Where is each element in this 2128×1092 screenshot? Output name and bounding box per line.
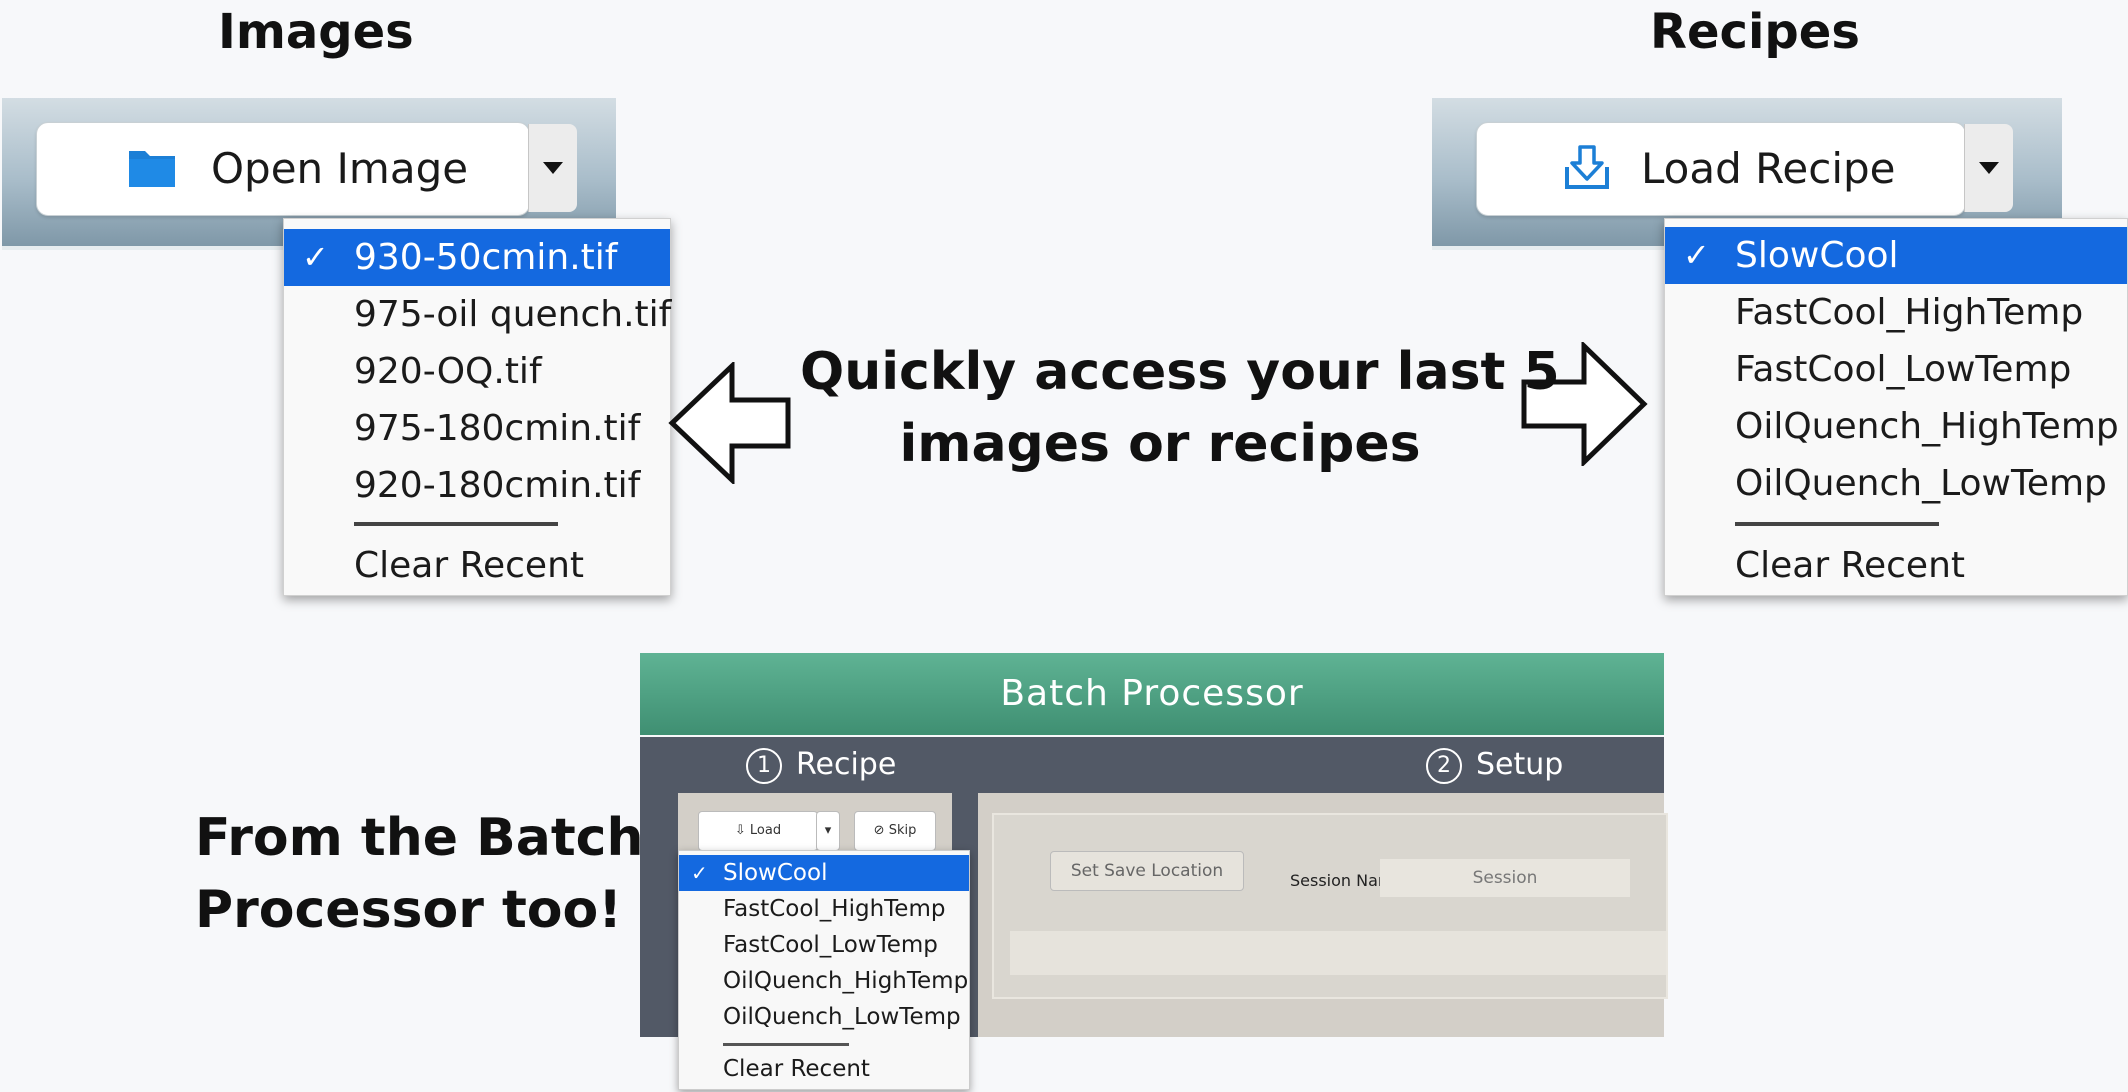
bp-load-button[interactable]: ⇩ Load	[698, 811, 818, 851]
recent-image-item[interactable]: 975-180cmin.tif	[284, 400, 670, 457]
menu-separator	[354, 522, 558, 526]
bp-clear-recent-item[interactable]: Clear Recent	[679, 1051, 969, 1087]
bp-skip-button[interactable]: ⊘ Skip	[854, 811, 936, 851]
bp-recent-recipe-item[interactable]: FastCool_HighTemp	[679, 891, 969, 927]
check-icon: ✓	[302, 238, 329, 276]
recent-recipe-item[interactable]: OilQuench_LowTemp	[1665, 455, 2127, 512]
download-icon	[1563, 143, 1611, 195]
step-setup: 2 Setup	[1426, 747, 1563, 784]
caption-batch-processor: From the Batch Processor too!	[195, 808, 644, 940]
images-heading: Images	[218, 4, 414, 60]
caret-down-icon: ▾	[824, 823, 832, 838]
skip-icon: ⊘	[873, 823, 885, 838]
setup-panel: Set Save Location Session Name: Session	[978, 793, 1668, 1037]
bp-recent-recipe-item[interactable]: OilQuench_LowTemp	[679, 999, 969, 1035]
folder-icon	[127, 145, 177, 193]
step-recipe: 1 Recipe	[746, 747, 896, 784]
load-recipe-dropdown-button[interactable]	[1964, 124, 2013, 212]
bp-recent-recipe-item[interactable]: ✓ SlowCool	[679, 855, 969, 891]
clear-recent-images-item[interactable]: Clear Recent	[284, 537, 670, 594]
bp-recent-recipe-item[interactable]: OilQuench_HighTemp	[679, 963, 969, 999]
bp-load-dropdown-button[interactable]: ▾	[816, 811, 840, 851]
open-image-dropdown-button[interactable]	[528, 124, 577, 212]
recent-recipe-item[interactable]: FastCool_LowTemp	[1665, 341, 2127, 398]
menu-separator	[723, 1043, 849, 1046]
open-image-label: Open Image	[211, 144, 469, 193]
left-arrow-icon	[668, 362, 792, 484]
recent-image-item[interactable]: ✓ 930-50cmin.tif	[284, 229, 670, 286]
recent-recipes-menu: ✓ SlowCool FastCool_HighTemp FastCool_Lo…	[1664, 218, 2128, 596]
recent-image-item[interactable]: 920-180cmin.tif	[284, 457, 670, 514]
save-path-field[interactable]	[1010, 931, 1666, 975]
recipes-heading: Recipes	[1650, 4, 1860, 60]
menu-separator	[1735, 522, 1939, 526]
check-icon: ✓	[691, 861, 708, 885]
check-icon: ✓	[1683, 236, 1710, 274]
caption-quick-access: Quickly access your last 5 images or rec…	[800, 342, 1560, 474]
caret-down-icon	[543, 162, 563, 174]
open-image-button[interactable]: Open Image	[36, 122, 530, 216]
session-name-input[interactable]: Session	[1380, 859, 1630, 897]
bp-recent-recipes-menu: ✓ SlowCool FastCool_HighTemp FastCool_Lo…	[678, 850, 970, 1090]
recent-image-item[interactable]: 975-oil quench.tif	[284, 286, 671, 343]
clear-recent-recipes-item[interactable]: Clear Recent	[1665, 537, 2127, 594]
download-icon: ⇩	[734, 823, 746, 838]
bp-recent-recipe-item[interactable]: FastCool_LowTemp	[679, 927, 969, 963]
set-save-location-button[interactable]: Set Save Location	[1050, 851, 1244, 891]
setup-inner-panel: Set Save Location Session Name: Session	[992, 813, 1668, 999]
load-recipe-label: Load Recipe	[1641, 144, 1896, 193]
load-recipe-button[interactable]: Load Recipe	[1476, 122, 1966, 216]
recent-recipe-item[interactable]: ✓ SlowCool	[1665, 227, 2127, 284]
recent-recipe-item[interactable]: FastCool_HighTemp	[1665, 284, 2127, 341]
recent-image-item[interactable]: 920-OQ.tif	[284, 343, 670, 400]
caret-down-icon	[1979, 162, 1999, 174]
recent-recipe-item[interactable]: OilQuench_HighTemp	[1665, 398, 2127, 455]
batch-processor-title: Batch Processor	[640, 653, 1664, 735]
recent-images-menu: ✓ 930-50cmin.tif 975-oil quench.tif 920-…	[283, 218, 671, 596]
